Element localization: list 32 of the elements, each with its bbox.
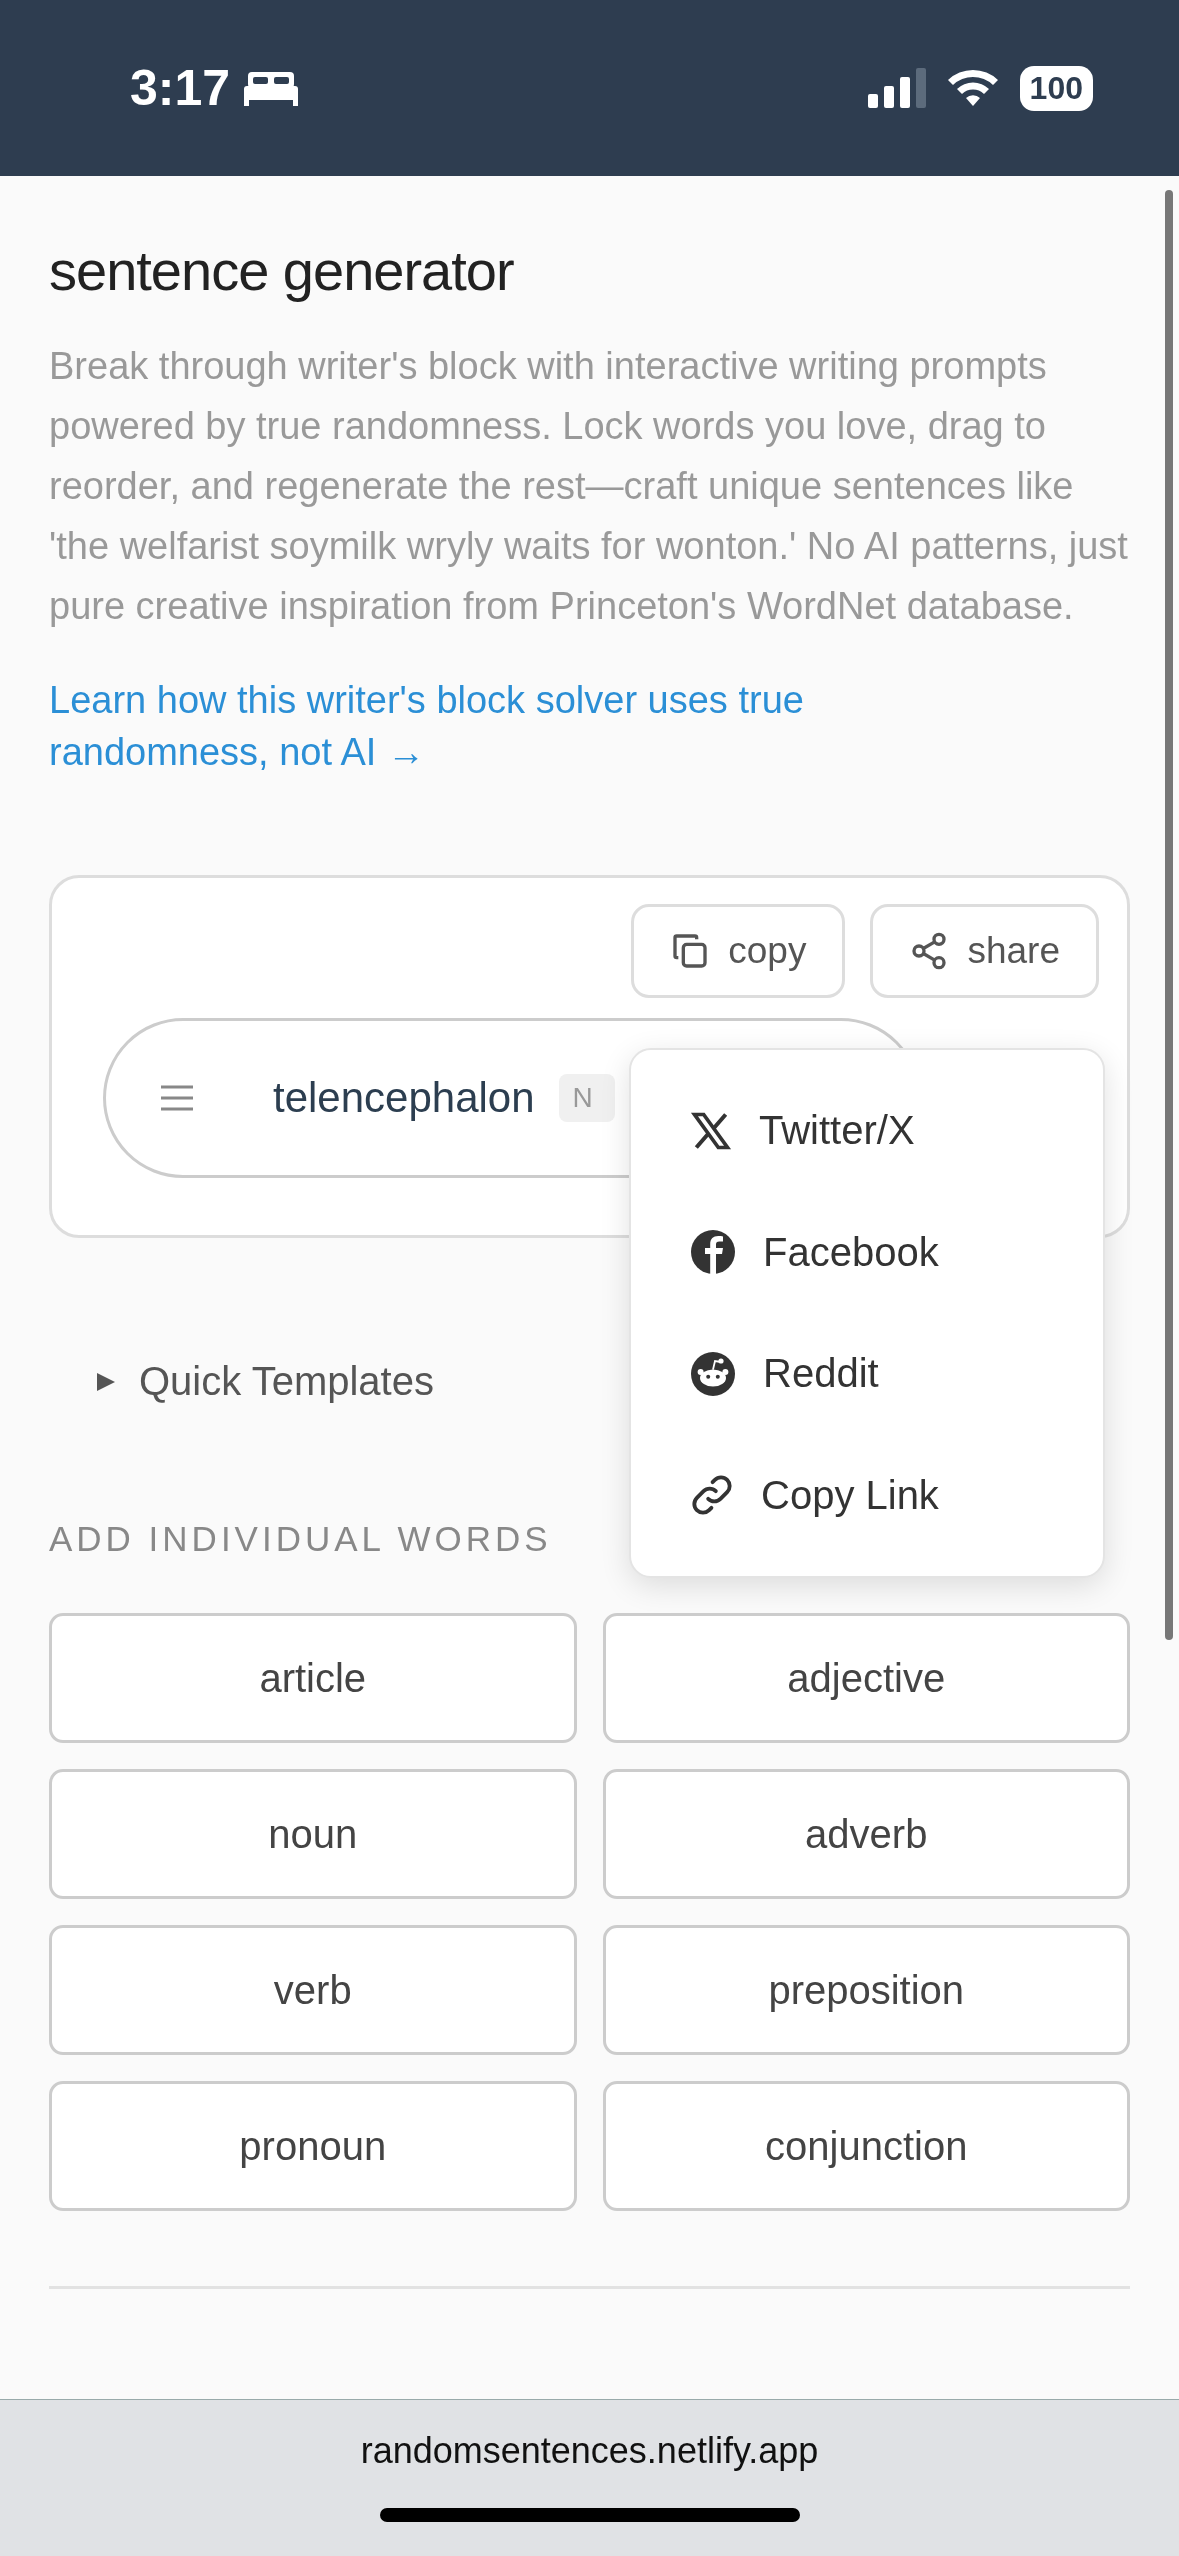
part-of-speech-tag: N — [558, 1074, 615, 1122]
drag-handle-icon[interactable] — [161, 1085, 193, 1111]
menu-item-label: Twitter/X — [759, 1108, 915, 1154]
disclosure-triangle-icon[interactable] — [95, 1370, 117, 1393]
word-type-button[interactable]: noun — [49, 1769, 577, 1899]
bed-icon — [244, 70, 299, 106]
status-time: 3:17 — [130, 59, 231, 117]
signal-icon — [867, 68, 926, 108]
menu-item-label: Copy Link — [761, 1472, 939, 1518]
word-type-button[interactable]: pronoun — [49, 2081, 577, 2211]
share-menu-item[interactable]: Copy Link — [631, 1445, 1103, 1546]
url-text[interactable]: randomsentences.netlify.app — [360, 2430, 819, 2472]
word-text: telencephalon — [273, 1074, 535, 1122]
word-type-button[interactable]: conjunction — [602, 2081, 1130, 2211]
word-type-button[interactable]: article — [49, 1613, 577, 1743]
facebook-icon — [689, 1228, 737, 1277]
share-menu-item[interactable]: Reddit — [631, 1323, 1103, 1424]
battery-level: 100 — [1019, 65, 1093, 111]
description: Break through writer's block with interactive writing prompts powered by true randomness. Lock words you love, drag to reorder, and regenerate the rest—craft unique sentences like 'the welfarist soymilk wryly waits for wonton.' No AI patterns, just pure creative inspiration from Princeton's WordNet database. — [49, 344, 1129, 629]
word-type-button[interactable]: adverb — [602, 1769, 1130, 1899]
menu-item-label: Reddit — [763, 1351, 879, 1397]
menu-item-label: Facebook — [763, 1229, 939, 1275]
reddit-icon — [689, 1349, 737, 1398]
word-type-button[interactable]: adjective — [602, 1613, 1130, 1743]
word-type-button[interactable]: preposition — [602, 1925, 1130, 2055]
quick-templates-toggle[interactable]: Quick Templates — [139, 1359, 434, 1404]
page-title: sentence generator — [49, 238, 515, 304]
section-heading: ADD INDIVIDUAL WORDS — [49, 1519, 553, 1559]
share-button[interactable]: share — [870, 904, 1099, 998]
word-type-button[interactable]: verb — [49, 1925, 577, 2055]
copy-button[interactable]: copy — [631, 904, 846, 998]
share-menu-item[interactable]: Facebook — [631, 1202, 1103, 1303]
